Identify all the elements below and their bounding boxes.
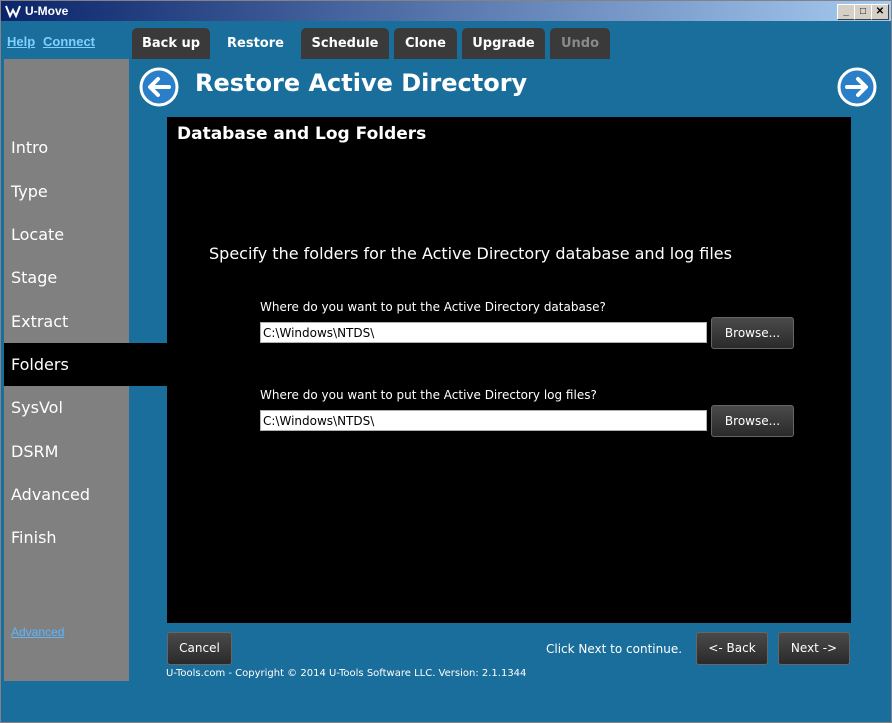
minimize-icon[interactable]: _: [837, 4, 855, 20]
sidebar-item-sysvol[interactable]: SysVol: [4, 386, 167, 429]
sidebar-item-dsrm[interactable]: DSRM: [4, 430, 167, 473]
database-folder-input[interactable]: [260, 322, 707, 343]
log-folder-label: Where do you want to put the Active Dire…: [260, 388, 597, 402]
advanced-link[interactable]: Advanced: [11, 625, 64, 639]
log-folder-input[interactable]: [260, 410, 707, 431]
sidebar-item-advanced[interactable]: Advanced: [4, 473, 167, 516]
tab-clone[interactable]: Clone: [394, 28, 457, 59]
close-icon[interactable]: ✕: [871, 4, 889, 20]
sidebar-item-folders[interactable]: Folders: [4, 343, 167, 386]
connect-link[interactable]: Connect: [43, 34, 95, 49]
sidebar-item-finish[interactable]: Finish: [4, 516, 167, 559]
window-title: U-Move: [25, 4, 69, 18]
sidebar-item-locate[interactable]: Locate: [4, 213, 167, 256]
top-bar: Help Connect Back up Restore Schedule Cl…: [1, 21, 891, 59]
panel-title: Database and Log Folders: [177, 124, 427, 144]
next-button[interactable]: Next ->: [778, 632, 850, 665]
cancel-button[interactable]: Cancel: [167, 632, 232, 665]
back-arrow-icon[interactable]: [139, 67, 179, 107]
tab-restore[interactable]: Restore: [215, 28, 296, 59]
app-window: U-Move _ □ ✕ Help Connect Back up Restor…: [0, 0, 892, 723]
sidebar-item-extract[interactable]: Extract: [4, 300, 167, 343]
tab-back-up[interactable]: Back up: [132, 28, 210, 59]
log-browse-button[interactable]: Browse...: [711, 405, 794, 437]
sidebar-item-intro[interactable]: Intro: [4, 126, 167, 169]
instructions-text: Specify the folders for the Active Direc…: [209, 244, 732, 263]
maximize-icon[interactable]: □: [854, 4, 872, 20]
page-title: Restore Active Directory: [195, 69, 528, 97]
back-button[interactable]: <- Back: [696, 632, 768, 665]
sidebar-item-stage[interactable]: Stage: [4, 256, 167, 299]
copyright-text: U-Tools.com - Copyright © 2014 U-Tools S…: [166, 668, 527, 679]
wizard-sidebar: Intro Type Locate Stage Extract Folders …: [4, 59, 167, 681]
database-browse-button[interactable]: Browse...: [711, 317, 794, 349]
help-link[interactable]: Help: [7, 34, 35, 49]
database-folder-label: Where do you want to put the Active Dire…: [260, 300, 606, 314]
app-icon: [5, 5, 21, 18]
tab-schedule[interactable]: Schedule: [301, 28, 389, 59]
status-text: Click Next to continue.: [546, 642, 683, 656]
tab-upgrade[interactable]: Upgrade: [462, 28, 545, 59]
tab-undo: Undo: [550, 28, 610, 59]
content-panel: Database and Log Folders Specify the fol…: [167, 117, 851, 623]
sidebar-item-type[interactable]: Type: [4, 170, 167, 213]
forward-arrow-icon[interactable]: [837, 67, 877, 107]
title-bar: U-Move _ □ ✕: [1, 1, 891, 21]
